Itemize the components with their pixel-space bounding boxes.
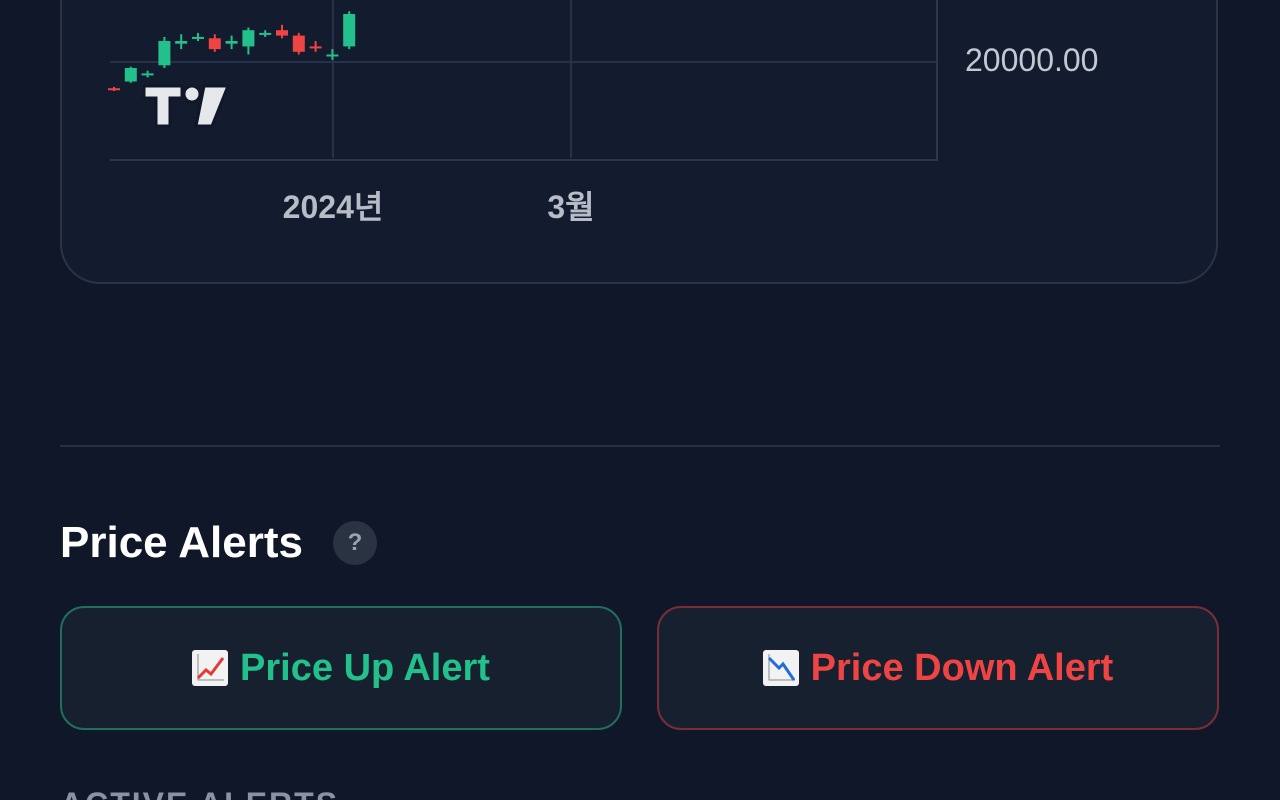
price-down-alert-label: Price Down Alert <box>810 646 1114 689</box>
candle-body <box>292 35 305 52</box>
time-axis-label-month: 3월 <box>547 189 595 225</box>
help-button[interactable]: ? <box>332 521 377 565</box>
candle-body <box>259 32 272 35</box>
candle-body <box>326 54 339 57</box>
candle-body <box>124 68 137 82</box>
price-alerts-title: Price Alerts <box>60 518 303 567</box>
candle-body <box>242 30 255 47</box>
candle-body <box>309 46 322 49</box>
active-alerts-heading: ACTIVE ALERTS <box>60 786 339 800</box>
time-axis-label-year: 2024년 <box>282 189 384 225</box>
tradingview-logo-icon <box>142 82 232 137</box>
price-chart-card: 20000.00 2024년 3월 <box>60 0 1218 284</box>
price-down-alert-button[interactable]: Price Down Alert <box>657 606 1219 730</box>
candle-body <box>175 41 188 44</box>
candle-body <box>208 38 221 50</box>
chart-increasing-icon <box>192 650 229 686</box>
candle-body <box>141 73 154 76</box>
price-axis-label: 20000.00 <box>965 42 1099 78</box>
candle-body <box>192 36 204 39</box>
app-root: 20000.00 2024년 3월 Price Alerts ? Price U… <box>0 0 1280 800</box>
candle-body <box>158 41 171 66</box>
price-up-alert-label: Price Up Alert <box>240 646 490 689</box>
price-up-alert-button[interactable]: Price Up Alert <box>60 606 622 730</box>
candle-body <box>343 14 356 47</box>
candle-body <box>108 88 120 91</box>
candle-body <box>276 30 288 36</box>
candle-body <box>225 41 238 44</box>
section-divider <box>60 445 1220 447</box>
price-alerts-header: Price Alerts ? <box>60 518 377 568</box>
chart-decreasing-icon <box>762 650 799 686</box>
candle-series <box>108 11 356 91</box>
